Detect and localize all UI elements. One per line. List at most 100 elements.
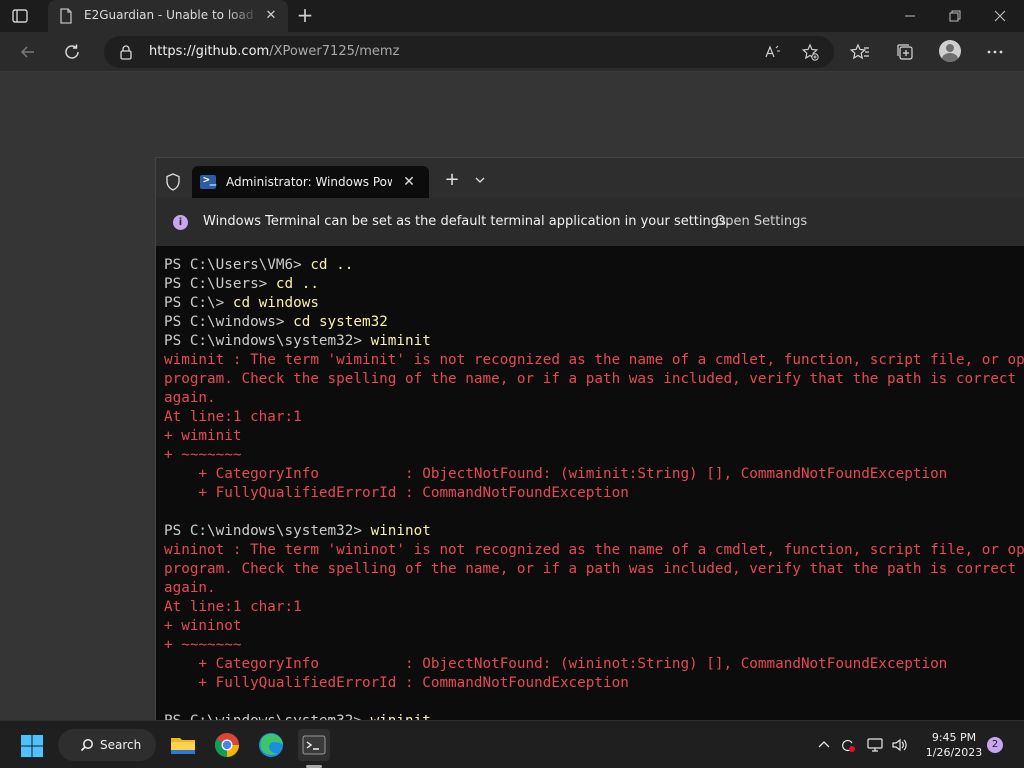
console-error-text: wiminit : The term 'wiminit' is not reco… — [164, 352, 1024, 368]
console-error-text: program. Check the spelling of the name,… — [164, 561, 1024, 577]
taskbar-search[interactable]: Search — [58, 729, 156, 761]
terminal-tab[interactable]: >_ Administrator: Windows PowerShell ✕ — [192, 166, 429, 198]
console-line: At line:1 char:1 — [164, 408, 1024, 427]
new-tab-icon[interactable]: + — [295, 5, 315, 27]
console-line: wininot : The term 'wininot' is not reco… — [164, 541, 1024, 560]
infobar-message: Windows Terminal can be set as the defau… — [203, 214, 730, 229]
console-error-text: At line:1 char:1 — [164, 409, 302, 425]
console-prompt: PS C:\windows> — [164, 314, 294, 330]
chevron-down-icon[interactable] — [472, 172, 488, 188]
terminal-app-icon — [302, 735, 326, 755]
taskbar: Search 9:45 PM 1/26/2023 2 — [0, 720, 1024, 768]
browser-window: E2Guardian - Unable to load web page ✕ +… — [0, 0, 1024, 72]
console-prompt: PS C:\windows\system32> — [164, 523, 371, 539]
console-line: again. — [164, 389, 1024, 408]
console-line: program. Check the spelling of the name,… — [164, 370, 1024, 389]
console-error-text: + wininot — [164, 618, 242, 634]
default-terminal-infobar: i Windows Terminal can be set as the def… — [156, 198, 1024, 246]
open-settings-link[interactable]: Open Settings — [715, 214, 807, 229]
console-error-text: wininot : The term 'wininot' is not reco… — [164, 542, 1024, 558]
console-output[interactable]: PS C:\Users\VM6> cd .. PS C:\Users> cd ..… — [164, 256, 1024, 721]
network-icon[interactable] — [866, 737, 884, 753]
console-line: program. Check the spelling of the name,… — [164, 560, 1024, 579]
console-command: cd windows — [232, 295, 319, 311]
console-command: wininot — [370, 523, 431, 539]
console-command: cd .. — [310, 257, 354, 273]
console-error-text: again. — [164, 390, 216, 406]
terminal-tab-title: Administrator: Windows PowerShell — [226, 175, 392, 189]
tab-actions-icon[interactable] — [10, 6, 30, 26]
lock-icon[interactable] — [118, 44, 134, 60]
browser-tab[interactable]: E2Guardian - Unable to load web page ✕ — [48, 0, 288, 32]
file-explorer-icon[interactable] — [167, 729, 199, 761]
console-error-text: + CategoryInfo : ObjectNotFound: (wimini… — [164, 466, 948, 482]
console-line — [164, 503, 1024, 522]
console-prompt: PS C:\> — [164, 295, 233, 311]
avatar-head — [946, 44, 954, 52]
console-line: + ~~~~~~~ — [164, 636, 1024, 655]
console-command: wiminit — [370, 333, 431, 349]
search-icon — [80, 739, 93, 752]
restore-icon[interactable] — [944, 5, 966, 27]
console-prompt: PS C:\Users\VM6> — [164, 257, 311, 273]
console-command: cd system32 — [293, 314, 388, 330]
console-line: PS C:\windows\system32> wiminit — [164, 332, 1024, 351]
chrome-icon[interactable] — [211, 729, 243, 761]
url-host: https://github.com — [149, 44, 270, 59]
edge-icon[interactable] — [255, 729, 287, 761]
back-arrow-icon[interactable] — [17, 41, 39, 63]
console-line — [164, 693, 1024, 712]
terminal-window: >_ Administrator: Windows PowerShell ✕ +… — [155, 157, 1024, 721]
console-line: again. — [164, 579, 1024, 598]
info-icon: i — [173, 215, 188, 230]
taskbar-clock[interactable]: 9:45 PM 1/26/2023 — [916, 730, 992, 760]
url-text[interactable]: https://github.com/XPower7125/memz — [149, 44, 399, 59]
address-bar[interactable]: https://github.com/XPower7125/memz — [104, 36, 834, 68]
page-favicon-icon — [60, 8, 72, 24]
console-line: PS C:\windows\system32> wininot — [164, 522, 1024, 541]
clock-date: 1/26/2023 — [925, 746, 983, 759]
close-terminal-tab-icon[interactable]: ✕ — [400, 173, 418, 191]
profile-avatar[interactable] — [939, 40, 961, 62]
tab-title-fade — [226, 4, 260, 28]
admin-shield-icon — [166, 173, 180, 191]
notification-badge[interactable]: 2 — [987, 737, 1003, 753]
terminal-taskbar-app[interactable] — [298, 729, 330, 761]
sync-alert-icon[interactable] — [839, 737, 857, 753]
console-line: wiminit : The term 'wiminit' is not reco… — [164, 351, 1024, 370]
minimize-icon[interactable] — [899, 5, 921, 27]
console-error-text: + CategoryInfo : ObjectNotFound: (winino… — [164, 656, 948, 672]
console-line: PS C:\> cd windows — [164, 294, 1024, 313]
console-error-text: + FullyQualifiedErrorId : CommandNotFoun… — [164, 675, 629, 691]
read-aloud-icon[interactable] — [763, 42, 783, 62]
console-prompt — [164, 694, 173, 710]
volume-icon[interactable] — [891, 737, 909, 753]
console-error-text: At line:1 char:1 — [164, 599, 302, 615]
search-label: Search — [100, 738, 142, 752]
console-line: At line:1 char:1 — [164, 598, 1024, 617]
collections-icon[interactable] — [894, 41, 916, 63]
chevron-up-icon[interactable] — [815, 737, 833, 753]
console-line: + wiminit — [164, 427, 1024, 446]
console-line: + CategoryInfo : ObjectNotFound: (winino… — [164, 655, 1024, 674]
clock-time: 9:45 PM — [931, 731, 977, 744]
windows-start-icon[interactable] — [20, 734, 44, 758]
close-window-icon[interactable] — [989, 5, 1011, 27]
new-terminal-tab-icon[interactable]: + — [442, 171, 462, 191]
console-error-text: + ~~~~~~~ — [164, 447, 242, 463]
console-error-text: + wiminit — [164, 428, 242, 444]
more-options-icon[interactable] — [984, 41, 1006, 63]
terminal-titlebar: >_ Administrator: Windows PowerShell ✕ + — [156, 158, 1024, 198]
console-line: + ~~~~~~~ — [164, 446, 1024, 465]
console-error-text: again. — [164, 580, 216, 596]
powershell-icon: >_ — [200, 173, 216, 189]
favorites-icon[interactable] — [849, 41, 871, 63]
refresh-icon[interactable] — [61, 41, 83, 63]
console-line: + CategoryInfo : ObjectNotFound: (wimini… — [164, 465, 1024, 484]
close-tab-icon[interactable]: ✕ — [262, 7, 280, 25]
add-favorite-icon[interactable] — [800, 42, 820, 62]
browser-toolbar: https://github.com/XPower7125/memz — [0, 32, 1024, 72]
console-line: PS C:\windows> cd system32 — [164, 313, 1024, 332]
console-line: PS C:\Users> cd .. — [164, 275, 1024, 294]
console-error-text: program. Check the spelling of the name,… — [164, 371, 1024, 387]
